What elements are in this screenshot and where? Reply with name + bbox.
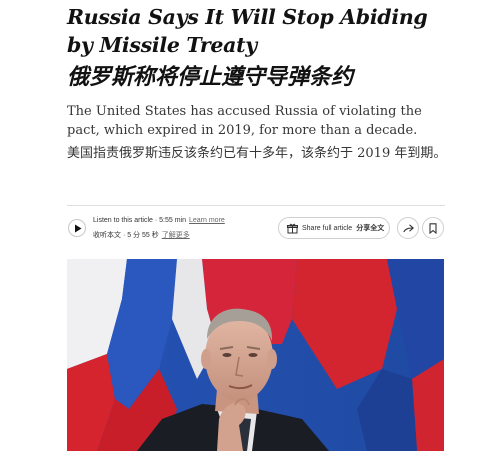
listen-english: Listen to this article · 5:55 min Learn m… (93, 217, 225, 224)
divider (67, 205, 445, 206)
share-label-english: Share full article (302, 224, 353, 232)
play-icon (75, 224, 82, 233)
share-full-article-button[interactable]: Share full article 分享全文 (278, 217, 390, 239)
share-label-chinese: 分享全文 (356, 225, 385, 232)
headline-english: Russia Says It Will Stop Abiding by Miss… (67, 5, 428, 57)
forward-button[interactable] (397, 217, 419, 239)
bookmark-button[interactable] (422, 217, 444, 239)
listen-chinese: 收听本文 · 5 分 55 秒了解更多 (93, 230, 190, 240)
play-button[interactable] (68, 219, 86, 237)
article-toolbar: Listen to this article · 5:55 min Learn m… (67, 214, 445, 244)
putin-photo (67, 259, 444, 451)
listen-chinese-label: 收听本文 · 5 分 55 秒 (93, 232, 159, 239)
learn-more-chinese-link[interactable]: 了解更多 (162, 232, 190, 239)
article-photo (67, 259, 444, 451)
summary-english: The United States has accused Russia of … (67, 104, 422, 138)
headline-chinese: 俄罗斯称将停止遵守导弹条约 (67, 64, 354, 90)
forward-arrow-icon (402, 223, 414, 232)
summary-chinese: 美国指责俄罗斯违反该条约已有十多年，该条约于 2019 年到期。 (67, 146, 447, 161)
listen-english-label: Listen to this article · 5:55 min (93, 217, 186, 224)
bookmark-icon (429, 222, 437, 234)
gift-icon (287, 223, 298, 233)
learn-more-link[interactable]: Learn more (189, 217, 225, 224)
